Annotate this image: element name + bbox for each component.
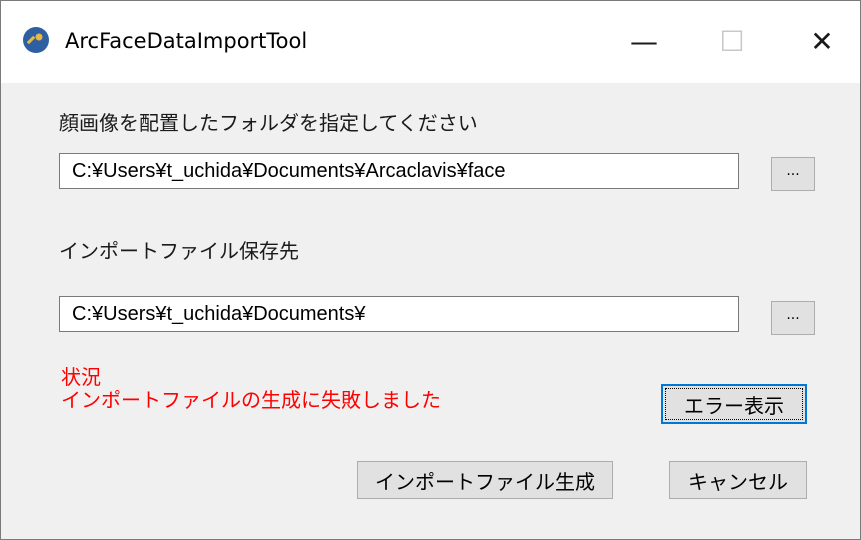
maximize-icon: ☐ xyxy=(719,24,745,58)
save-dest-input[interactable]: C:¥Users¥t_uchida¥Documents¥ xyxy=(59,296,739,332)
close-icon: ✕ xyxy=(810,24,834,58)
save-dest-browse-button[interactable]: ... xyxy=(771,301,815,335)
window-title: ArcFaceDataImportTool xyxy=(65,29,308,53)
title-bar[interactable]: ArcFaceDataImportTool — ☐ ✕ xyxy=(1,1,860,83)
face-folder-label: 顔画像を配置したフォルダを指定してください xyxy=(59,111,478,135)
status-message: インポートファイルの生成に失敗しました xyxy=(61,388,441,412)
status-area: 状況 インポートファイルの生成に失敗しました xyxy=(61,366,441,412)
save-dest-label: インポートファイル保存先 xyxy=(59,239,299,263)
maximize-button: ☐ xyxy=(689,11,775,71)
face-folder-input[interactable]: C:¥Users¥t_uchida¥Documents¥Arcaclavis¥f… xyxy=(59,153,739,189)
browse-label: ... xyxy=(786,163,800,179)
status-title: 状況 xyxy=(61,365,101,389)
show-error-button[interactable]: エラー表示 xyxy=(661,384,807,424)
minimize-icon: — xyxy=(630,24,658,58)
close-button[interactable]: ✕ xyxy=(779,11,861,71)
cancel-button[interactable]: キャンセル xyxy=(669,461,807,499)
dialog-window: ArcFaceDataImportTool — ☐ ✕ 顔画像を配置したフォルダ… xyxy=(0,0,861,540)
cancel-label: キャンセル xyxy=(688,469,788,494)
minimize-button[interactable]: — xyxy=(601,11,687,71)
generate-label: インポートファイル生成 xyxy=(375,469,595,494)
app-icon xyxy=(23,27,49,53)
face-folder-browse-button[interactable]: ... xyxy=(771,157,815,191)
key-icon xyxy=(27,33,43,45)
generate-import-button[interactable]: インポートファイル生成 xyxy=(357,461,613,499)
browse-label: ... xyxy=(786,307,800,323)
focus-rect xyxy=(665,388,803,420)
